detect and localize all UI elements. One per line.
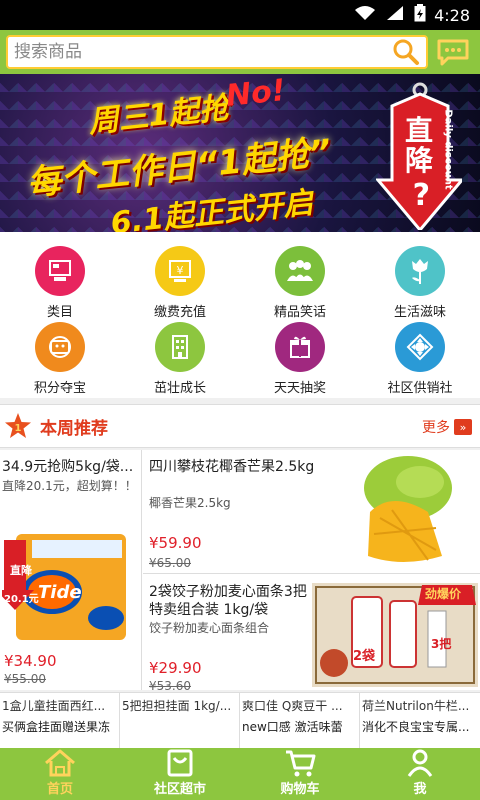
search-icon	[393, 39, 419, 65]
product-desc: 直降20.1元，超划算！！	[2, 479, 137, 493]
product-title: 2袋饺子粉加麦心面条3把特卖组合装 1kg/袋	[149, 584, 307, 618]
category-menu: 类目 ¥ 缴费充值 精品笑话 生活滋味 积分夺宝 茁壮成长 天天抽奖 社区供销社	[0, 232, 480, 398]
banner-question: ?	[412, 178, 430, 213]
flower-icon	[395, 246, 445, 296]
double-arrow-icon: »	[454, 419, 472, 435]
menu-item-community[interactable]: 社区供销社	[360, 322, 480, 398]
strip-desc: 买俩盒挂面赠送果冻	[2, 720, 111, 734]
menu-label: 茁壮成长	[153, 381, 206, 396]
strip-desc: 消化不良宝宝专属...	[362, 720, 470, 734]
menu-label: 天天抽奖	[273, 381, 326, 396]
tab-label: 购物车	[280, 782, 320, 797]
mango-image	[332, 452, 476, 572]
product-old-price: ¥65.00	[149, 556, 191, 570]
star-icon: 1	[5, 413, 31, 438]
more-link[interactable]: 更多 »	[422, 417, 472, 437]
product-strip: 1盒儿童挂面西红... 买俩盒挂面赠送果冻 5把担担挂面 1kg/... 爽口佳…	[0, 692, 480, 749]
product-title: 四川攀枝花椰香芒果2.5kg	[149, 459, 315, 475]
payment-icon: ¥	[155, 246, 205, 296]
detergent-amount: 20.1元	[4, 594, 39, 605]
search-button[interactable]	[386, 37, 426, 67]
promo-banner[interactable]: 周三1起抢 No! 每个工作日“1起抢” 6.1起正式开启 直降 ? Daily…	[0, 74, 480, 232]
noodles-bundles: 3把	[431, 637, 452, 651]
user-icon	[407, 749, 433, 777]
search-box[interactable]	[6, 35, 428, 69]
bottom-tab-bar: 首页 社区超市 购物车 我	[0, 748, 480, 800]
search-input[interactable]	[14, 42, 386, 62]
menu-item-life[interactable]: 生活滋味	[360, 246, 480, 322]
wifi-icon	[354, 5, 376, 25]
cart-icon	[286, 750, 316, 777]
product-desc: 椰香芒果2.5kg	[149, 496, 231, 510]
product-price: ¥59.90	[149, 534, 202, 552]
menu-item-payment[interactable]: ¥ 缴费充值	[120, 246, 240, 322]
menu-label: 社区供销社	[387, 381, 453, 396]
menu-label: 生活滋味	[393, 305, 446, 320]
message-button[interactable]	[432, 32, 474, 72]
strip-item[interactable]: 爽口佳 Q爽豆干 ... new口感 激活味蕾	[240, 693, 360, 749]
menu-item-points[interactable]: 积分夺宝	[0, 322, 120, 398]
strip-title: 爽口佳 Q爽豆干 ...	[242, 699, 343, 713]
menu-item-growth[interactable]: 茁壮成长	[120, 322, 240, 398]
status-bar: 4:28	[0, 0, 480, 30]
product-card-noodles[interactable]: 2袋饺子粉加麦心面条3把特卖组合装 1kg/袋 饺子粉加麦心面条组合 ¥29.9…	[143, 575, 480, 693]
product-title: 34.9元抢购5kg/袋...	[2, 459, 134, 475]
product-desc: 饺子粉加麦心面条组合	[149, 621, 270, 635]
market-icon	[167, 749, 193, 777]
strip-title: 5把担担挂面 1kg/...	[122, 699, 232, 713]
more-label: 更多	[422, 420, 450, 436]
tab-label: 首页	[46, 782, 73, 797]
product-old-price: ¥53.60	[149, 679, 191, 693]
tab-label: 社区超市	[153, 782, 206, 797]
banner-no: No!	[224, 74, 288, 115]
category-icon	[35, 246, 85, 296]
menu-item-jokes[interactable]: 精品笑话	[240, 246, 360, 322]
tab-home[interactable]: 首页	[0, 748, 120, 800]
menu-item-category[interactable]: 类目	[0, 246, 120, 322]
tab-me[interactable]: 我	[360, 748, 480, 800]
weekly-recommend-header: 1 本周推荐 更多 »	[0, 404, 480, 448]
tab-label: 我	[413, 782, 427, 797]
product-old-price: ¥55.00	[4, 672, 46, 686]
people-icon	[275, 246, 325, 296]
menu-label: 积分夺宝	[33, 381, 86, 396]
tab-market[interactable]: 社区超市	[120, 748, 240, 800]
status-time: 4:28	[434, 5, 470, 25]
banner-daily-discount: Daily discount	[442, 109, 454, 190]
tab-cart[interactable]: 购物车	[240, 748, 360, 800]
chat-bubble-icon	[437, 39, 469, 66]
battery-icon	[414, 4, 426, 26]
gift-icon	[275, 322, 325, 372]
menu-label: 类目	[46, 305, 73, 320]
menu-label: 缴费充值	[153, 305, 206, 320]
strip-item[interactable]: 5把担担挂面 1kg/...	[120, 693, 240, 749]
banner-tag: 直降	[404, 114, 433, 177]
product-card-mango[interactable]: 四川攀枝花椰香芒果2.5kg 椰香芒果2.5kg ¥59.90 ¥65.00	[143, 450, 480, 574]
strip-item[interactable]: 荷兰Nutrilon牛栏... 消化不良宝宝专属...	[360, 693, 480, 749]
product-grid: 34.9元抢购5kg/袋... 直降20.1元，超划算！！ 直降 20.1元 T…	[0, 450, 480, 693]
strip-title: 荷兰Nutrilon牛栏...	[362, 699, 470, 713]
community-icon	[395, 322, 445, 372]
product-card-detergent[interactable]: 34.9元抢购5kg/袋... 直降20.1元，超划算！！ 直降 20.1元 T…	[0, 450, 142, 690]
treasure-icon	[35, 322, 85, 372]
detergent-brand: Tide	[38, 582, 82, 603]
header	[0, 30, 480, 74]
svg-text:1: 1	[15, 423, 22, 434]
strip-title: 1盒儿童挂面西红...	[2, 699, 106, 713]
product-price: ¥34.90	[4, 652, 57, 670]
product-price: ¥29.90	[149, 659, 202, 677]
menu-item-lottery[interactable]: 天天抽奖	[240, 322, 360, 398]
strip-desc: new口感 激活味蕾	[242, 720, 343, 734]
home-icon	[45, 749, 75, 777]
section-title: 本周推荐	[40, 418, 108, 439]
detergent-tag: 直降	[10, 564, 32, 577]
strip-item[interactable]: 1盒儿童挂面西红... 买俩盒挂面赠送果冻	[0, 693, 120, 749]
building-icon	[155, 322, 205, 372]
svg-text:¥: ¥	[177, 264, 184, 277]
menu-label: 精品笑话	[273, 305, 326, 320]
signal-icon	[386, 5, 404, 25]
noodles-tag: 劲爆价	[425, 587, 462, 601]
noodles-bags: 2袋	[353, 649, 376, 664]
